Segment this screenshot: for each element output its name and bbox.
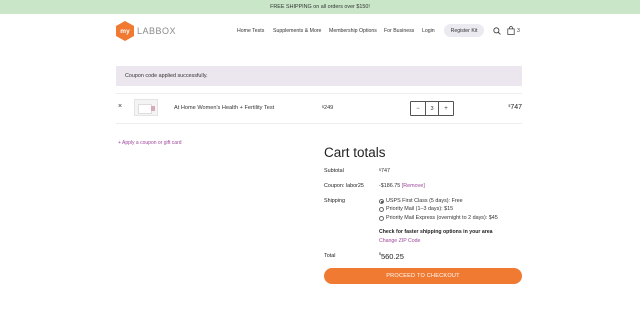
nav-for-business[interactable]: For Business xyxy=(384,28,414,34)
item-price-value: 249 xyxy=(323,105,334,111)
total-amount: 560.25 xyxy=(380,252,404,261)
proceed-to-checkout-button[interactable]: PROCEED TO CHECKOUT xyxy=(324,268,522,284)
notice-text: Coupon code applied successfully. xyxy=(125,73,208,79)
cart-totals-title: Cart totals xyxy=(324,145,386,160)
register-kit-label: Register Kit xyxy=(450,27,478,34)
total-label: Total xyxy=(324,253,336,259)
shipping-option-label: Priority Mail Express (overnight to 2 da… xyxy=(386,215,498,221)
coupon-label: Coupon: labor25 xyxy=(324,183,364,189)
logo-brand-text: LABBOX xyxy=(137,26,177,36)
radio-selected-icon[interactable] xyxy=(379,198,384,204)
item-price: $249 xyxy=(322,105,333,111)
coupon-discount-value: -$186.75 xyxy=(379,183,401,189)
shipping-option-label: USPS First Class (5 days): Free xyxy=(386,198,463,204)
shipping-option-priority-mail[interactable]: Priority Mail (1–3 days): $15 xyxy=(379,206,453,212)
register-kit-button[interactable]: Register Kit xyxy=(444,24,484,37)
nav-login[interactable]: Login xyxy=(422,28,435,34)
remove-coupon-link[interactable]: [Remove] xyxy=(402,183,425,189)
coupon-discount: -$186.75 [Remove] xyxy=(379,183,425,189)
quantity-stepper: − 3 + xyxy=(410,101,454,116)
quantity-decrease-button[interactable]: − xyxy=(411,102,425,115)
change-zip-link[interactable]: Change ZIP Code xyxy=(379,238,420,244)
quantity-input[interactable]: 3 xyxy=(425,102,439,115)
line-total-value: 747 xyxy=(510,104,522,111)
checkout-button-label: PROCEED TO CHECKOUT xyxy=(386,273,460,279)
subtotal-label: Subtotal xyxy=(324,168,344,174)
nav-supplements[interactable]: Supplements & More xyxy=(273,28,321,34)
subtotal-value: $747 xyxy=(379,168,390,174)
promo-text: FREE SHIPPING on all orders over $150! xyxy=(270,4,370,10)
coupon-success-notice: Coupon code applied successfully. xyxy=(116,66,522,86)
logo[interactable]: my LABBOX xyxy=(116,21,176,41)
product-name-link[interactable]: At Home Women's Health + Fertility Test xyxy=(174,105,274,111)
nav-home-tests[interactable]: Home Tests xyxy=(237,28,264,34)
cart-count: 3 xyxy=(517,28,520,34)
nav-membership-options[interactable]: Membership Options xyxy=(329,28,377,34)
promo-bar: FREE SHIPPING on all orders over $150! xyxy=(0,0,640,14)
quantity-increase-button[interactable]: + xyxy=(439,102,453,115)
logo-badge: my xyxy=(116,21,134,41)
order-total: $560.25 xyxy=(379,252,404,261)
item-line-total: $747 xyxy=(508,104,522,111)
product-thumbnail[interactable] xyxy=(134,99,158,116)
shopping-bag-icon[interactable] xyxy=(507,26,515,35)
shipping-option-usps-first-class[interactable]: USPS First Class (5 days): Free xyxy=(379,198,463,204)
shipping-option-priority-express[interactable]: Priority Mail Express (overnight to 2 da… xyxy=(379,215,498,221)
faster-shipping-note: Check for faster shipping options in you… xyxy=(379,229,493,235)
shipping-label: Shipping xyxy=(324,198,345,204)
cart-item-row: × At Home Women's Health + Fertility Tes… xyxy=(116,93,522,124)
shipping-option-label: Priority Mail (1–3 days): $15 xyxy=(386,206,454,212)
site-header: my LABBOX Home Tests Supplements & More … xyxy=(0,14,640,50)
apply-coupon-link[interactable]: + Apply a coupon or gift card xyxy=(118,140,182,146)
remove-item-button[interactable]: × xyxy=(118,103,122,110)
radio-unselected-icon[interactable] xyxy=(379,215,384,221)
subtotal-amount: 747 xyxy=(380,168,390,174)
radio-unselected-icon[interactable] xyxy=(379,206,384,212)
search-icon[interactable] xyxy=(493,27,501,35)
